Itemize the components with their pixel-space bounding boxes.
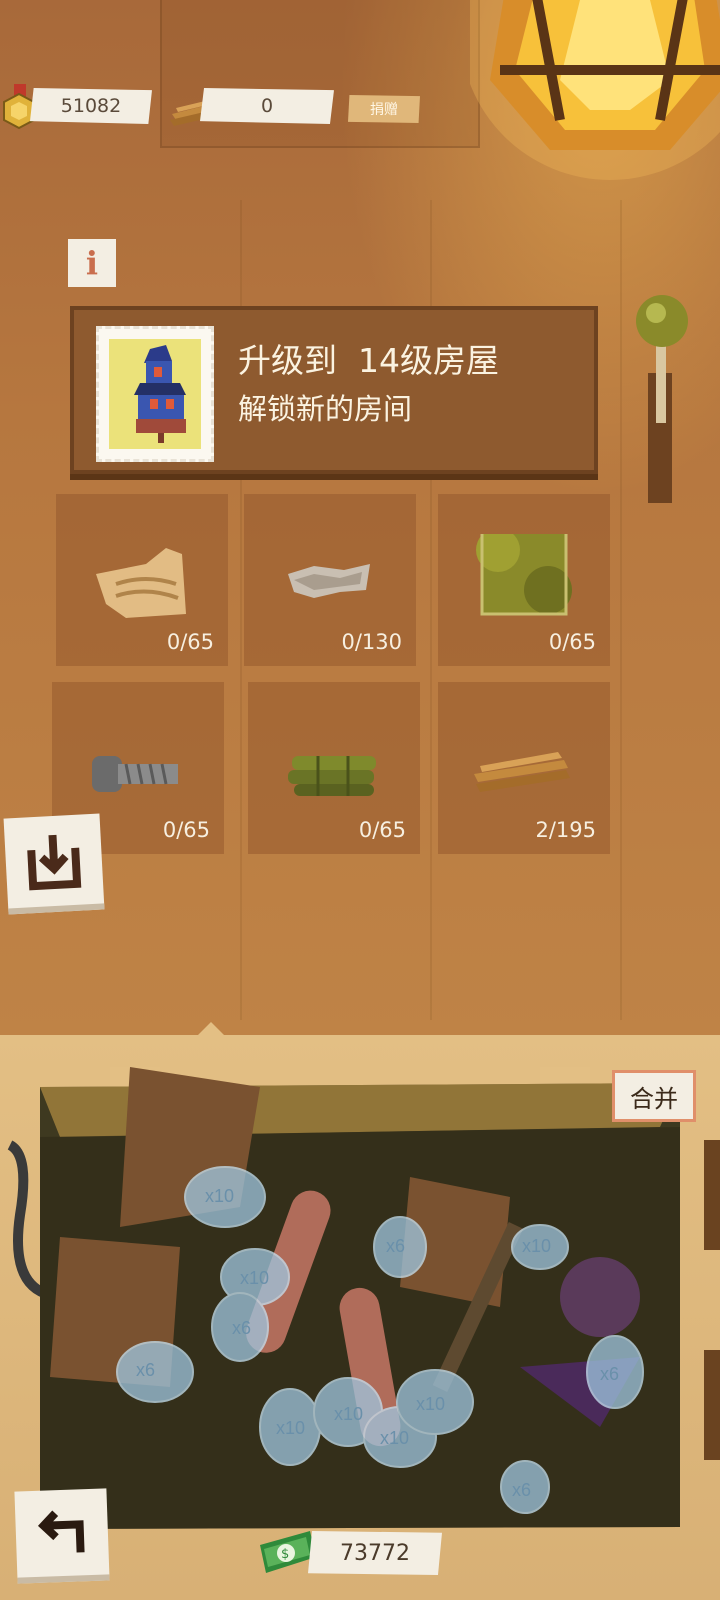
donate-button[interactable]: 捐赠 <box>348 95 420 123</box>
money-counter: 73772 <box>308 1531 442 1575</box>
wood-counter: 0 <box>200 88 334 124</box>
info-icon: i <box>85 244 99 282</box>
back-arrow-icon <box>37 1510 85 1553</box>
multiplier-label: x10 <box>334 1404 364 1424</box>
material-slot-wood-trim[interactable]: 0/65 <box>56 494 228 666</box>
multiplier-label: x10 <box>380 1428 410 1448</box>
wood-value: 0 <box>260 95 274 117</box>
material-count: 2/195 <box>535 818 596 842</box>
multiplier-label: x6 <box>232 1318 252 1338</box>
bolt-icon <box>92 756 178 792</box>
donate-label: 捐赠 <box>370 101 398 117</box>
svg-text:$: $ <box>281 1547 289 1562</box>
download-tray-icon <box>27 834 82 891</box>
material-slot-bamboo[interactable]: 0/65 <box>248 682 420 854</box>
hanging-lantern-icon <box>470 0 720 180</box>
wood-trim-icon <box>96 548 186 618</box>
back-button[interactable] <box>14 1488 110 1584</box>
multiplier-label: x6 <box>136 1360 156 1380</box>
multiplier-label: x10 <box>522 1236 552 1256</box>
material-count: 0/65 <box>358 818 406 842</box>
fabric-icon <box>288 564 370 598</box>
material-count: 0/65 <box>162 818 210 842</box>
multiplier-label: x6 <box>512 1480 532 1500</box>
download-button[interactable] <box>3 813 105 915</box>
coins-value: 51082 <box>60 95 122 117</box>
multiplier-label: x10 <box>240 1268 270 1288</box>
merge-label: 合并 <box>630 1084 678 1113</box>
material-count: 0/65 <box>548 630 596 654</box>
material-slot-planks[interactable]: 2/195 <box>438 682 610 854</box>
wallpaper-icon <box>476 534 572 616</box>
merge-button[interactable]: 合并 <box>612 1070 696 1122</box>
house-stamp <box>96 326 214 462</box>
multiplier-label: x6 <box>600 1364 620 1384</box>
info-button[interactable]: i <box>68 239 116 287</box>
bamboo-icon <box>288 756 376 796</box>
planks-icon <box>474 752 570 792</box>
material-count: 0/65 <box>166 630 214 654</box>
wall-plank <box>620 200 622 1020</box>
scrap-crate[interactable] <box>40 1067 680 1547</box>
multiplier-label: x10 <box>276 1418 306 1438</box>
house-icon <box>134 345 186 443</box>
upgrade-lever[interactable] <box>636 293 706 513</box>
upgrade-board: 升级到 14级房屋 解锁新的房间 <box>70 306 598 474</box>
material-count: 0/130 <box>341 630 402 654</box>
material-slot-wallpaper[interactable]: 0/65 <box>438 494 610 666</box>
upgrade-subtitle: 解锁新的房间 <box>238 392 413 426</box>
coins-counter: 51082 <box>30 88 152 124</box>
multiplier-label: x6 <box>386 1236 406 1256</box>
material-slot-fabric[interactable]: 0/130 <box>244 494 416 666</box>
upgrade-title: 升级到 14级房屋 <box>238 341 499 380</box>
money-value: 73772 <box>340 1540 410 1566</box>
shelf-notch <box>197 1022 225 1036</box>
shelf-post <box>704 1140 720 1250</box>
multiplier-label: x10 <box>205 1186 235 1206</box>
shelf-post <box>704 1350 720 1460</box>
multiplier-label: x10 <box>416 1394 446 1414</box>
